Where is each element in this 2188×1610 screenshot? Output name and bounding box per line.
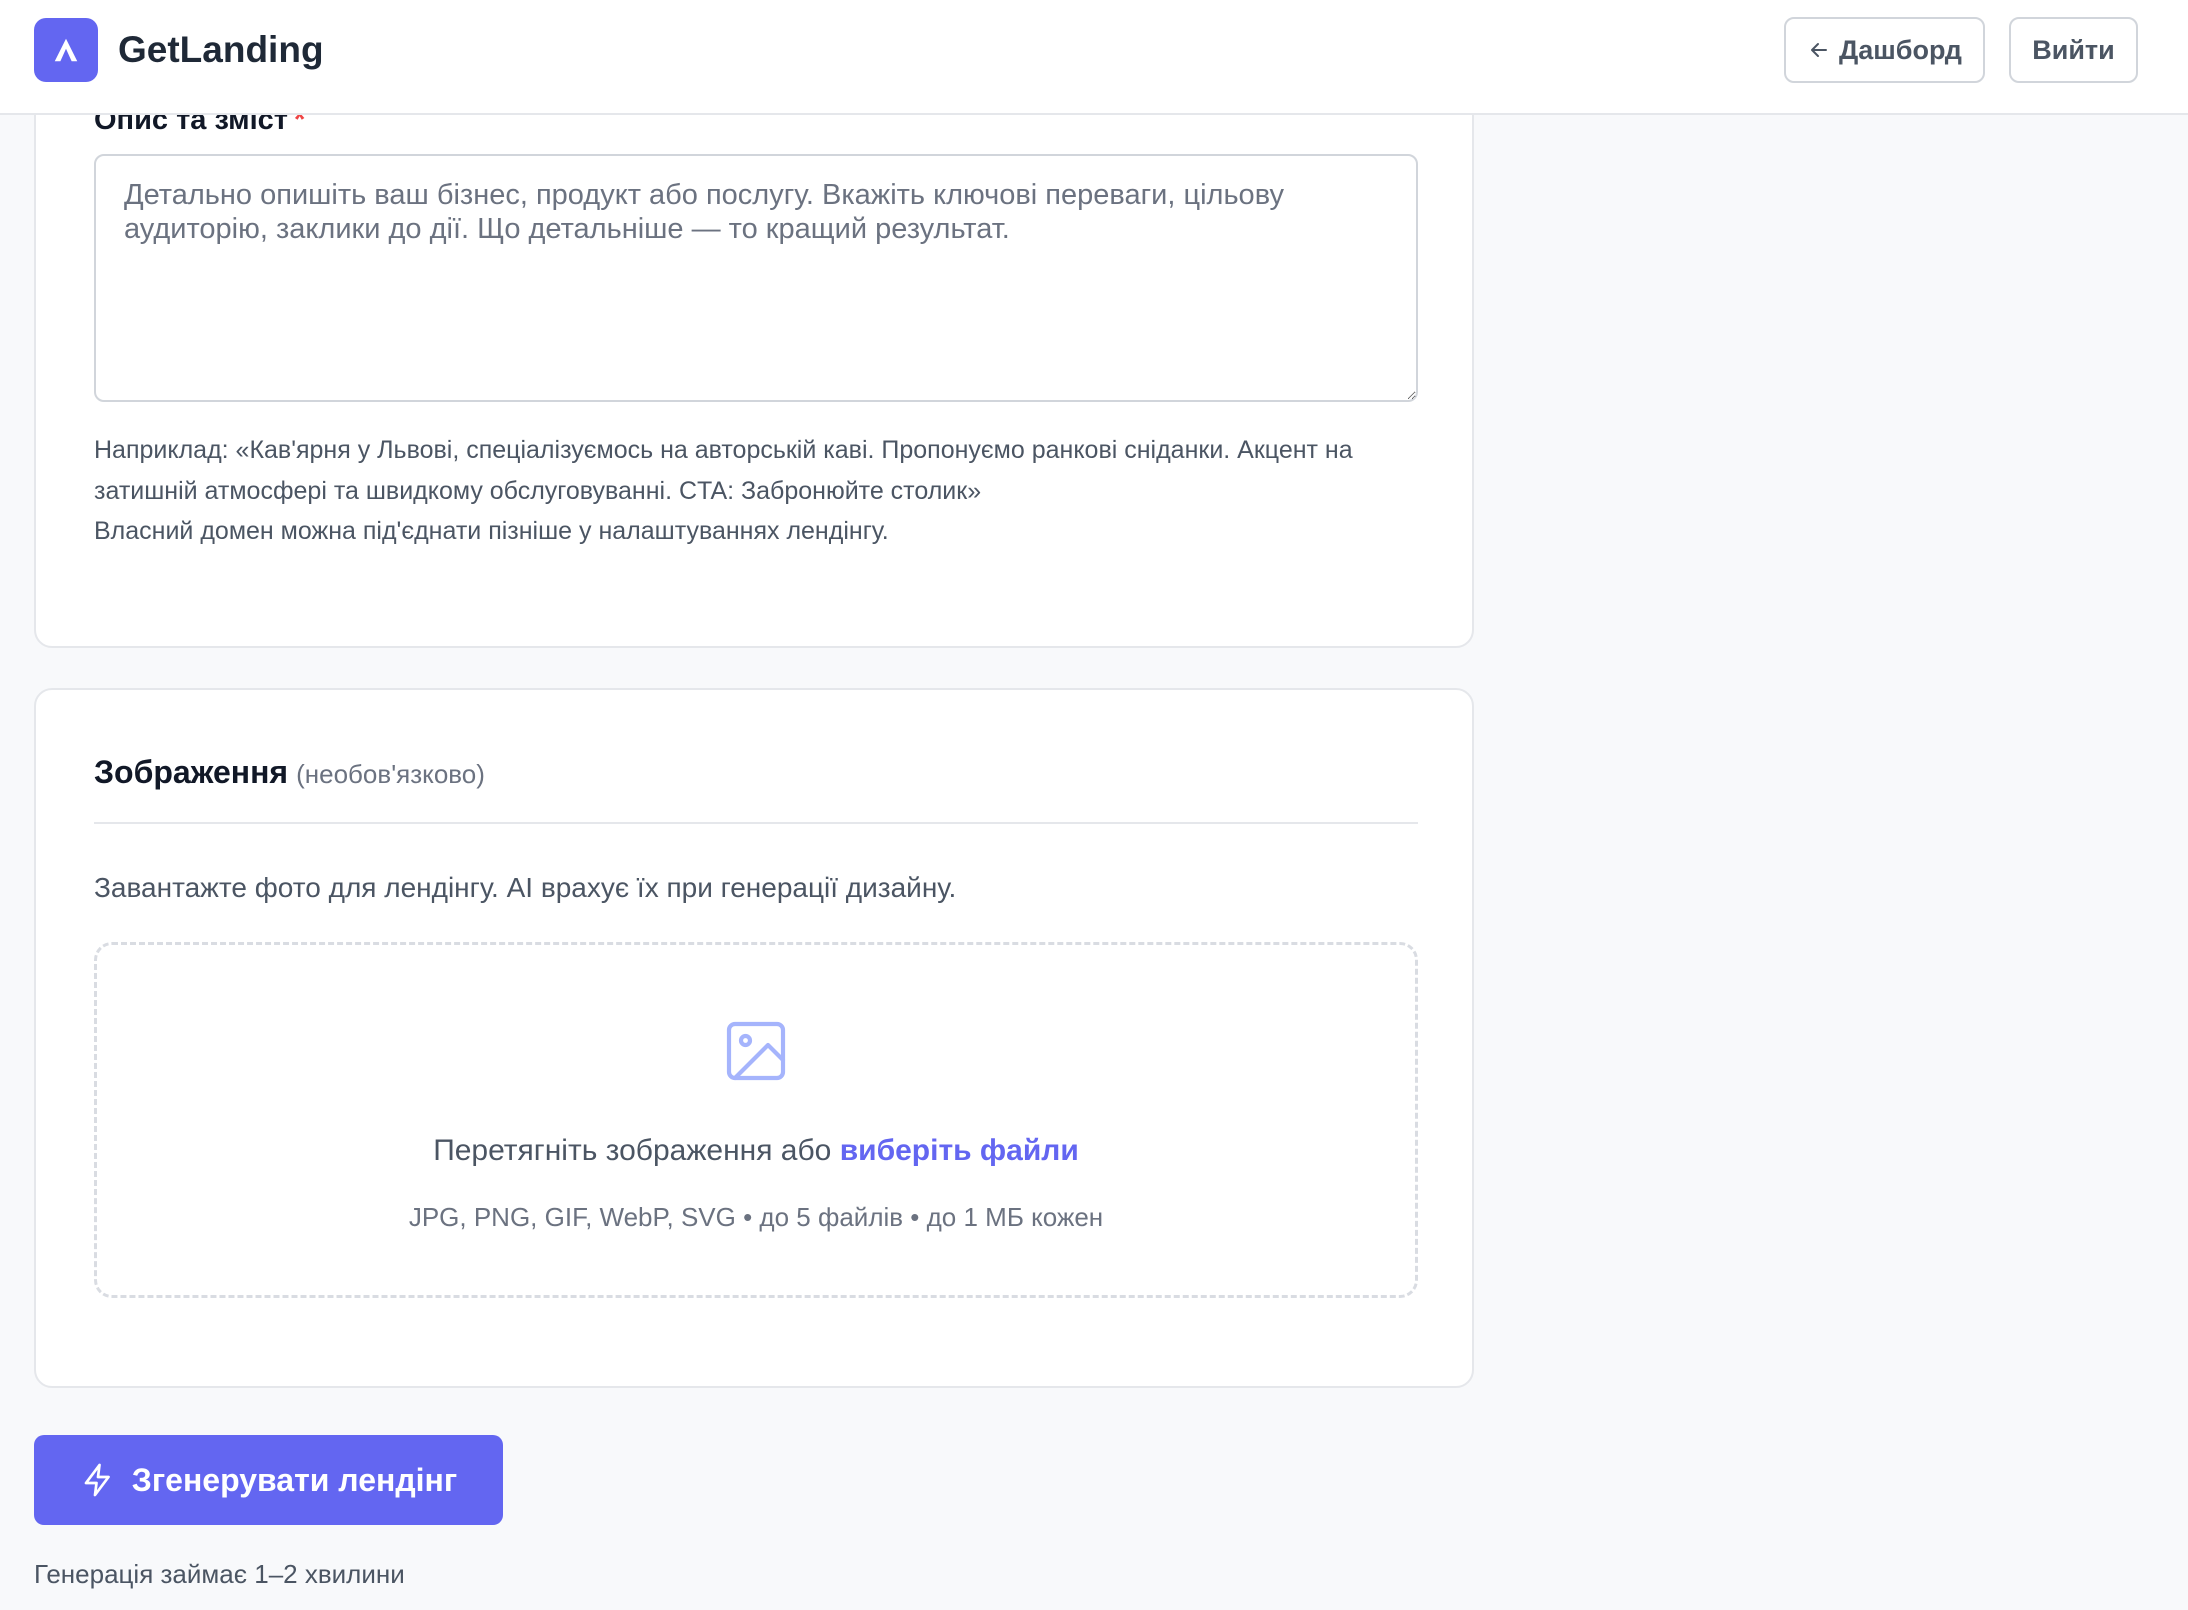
page: Опис та зміст* Наприклад: «Кав'ярня у Ль… — [0, 0, 2188, 1610]
dashboard-label: Дашборд — [1839, 34, 1962, 65]
images-card: Зображення (необов'язково) Завантажте фот… — [34, 688, 1474, 1388]
dropzone-formats: JPG, PNG, GIF, WebP, SVG • до 5 файлів •… — [408, 1202, 1104, 1232]
arrow-up-logo-icon — [54, 38, 78, 62]
image-icon — [726, 1021, 786, 1081]
dropzone-text: Перетягніть зображення або виберіть файл… — [97, 1131, 1415, 1171]
description-textarea[interactable] — [94, 154, 1418, 402]
dashboard-button[interactable]: Дашборд — [1784, 17, 1985, 83]
generate-label: Згенерувати лендінг — [131, 1461, 458, 1498]
logout-label: Вийти — [2032, 34, 2115, 65]
images-optional-note: (необов'язково) — [296, 759, 485, 789]
generation-time-note: Генерація займає 1–2 хвилини — [34, 1559, 405, 1589]
lightning-icon — [84, 1463, 110, 1497]
images-description: Завантажте фото для лендінгу. AI врахує … — [94, 872, 957, 903]
domain-hint: Власний домен можна під'єднати пізніше у… — [94, 517, 889, 545]
logo[interactable] — [34, 18, 98, 82]
logout-button[interactable]: Вийти — [2009, 17, 2138, 83]
image-dropzone[interactable]: Перетягніть зображення або виберіть файл… — [94, 942, 1418, 1298]
section-divider — [94, 822, 1418, 824]
generate-landing-button[interactable]: Згенерувати лендінг — [34, 1435, 503, 1525]
choose-files-link[interactable]: виберіть файли — [840, 1134, 1079, 1167]
brand-name[interactable]: GetLanding — [118, 26, 324, 74]
dropzone-instruction: Перетягніть зображення або — [433, 1134, 832, 1167]
example-hint: Наприклад: «Кав'ярня у Львові, спеціаліз… — [94, 436, 1353, 505]
images-title: Зображення — [94, 754, 289, 790]
arrow-left-icon — [1811, 43, 1828, 57]
images-section-title: Зображення (необов'язково) — [94, 750, 485, 796]
top-header: GetLanding Дашборд Вийти — [0, 0, 2188, 115]
